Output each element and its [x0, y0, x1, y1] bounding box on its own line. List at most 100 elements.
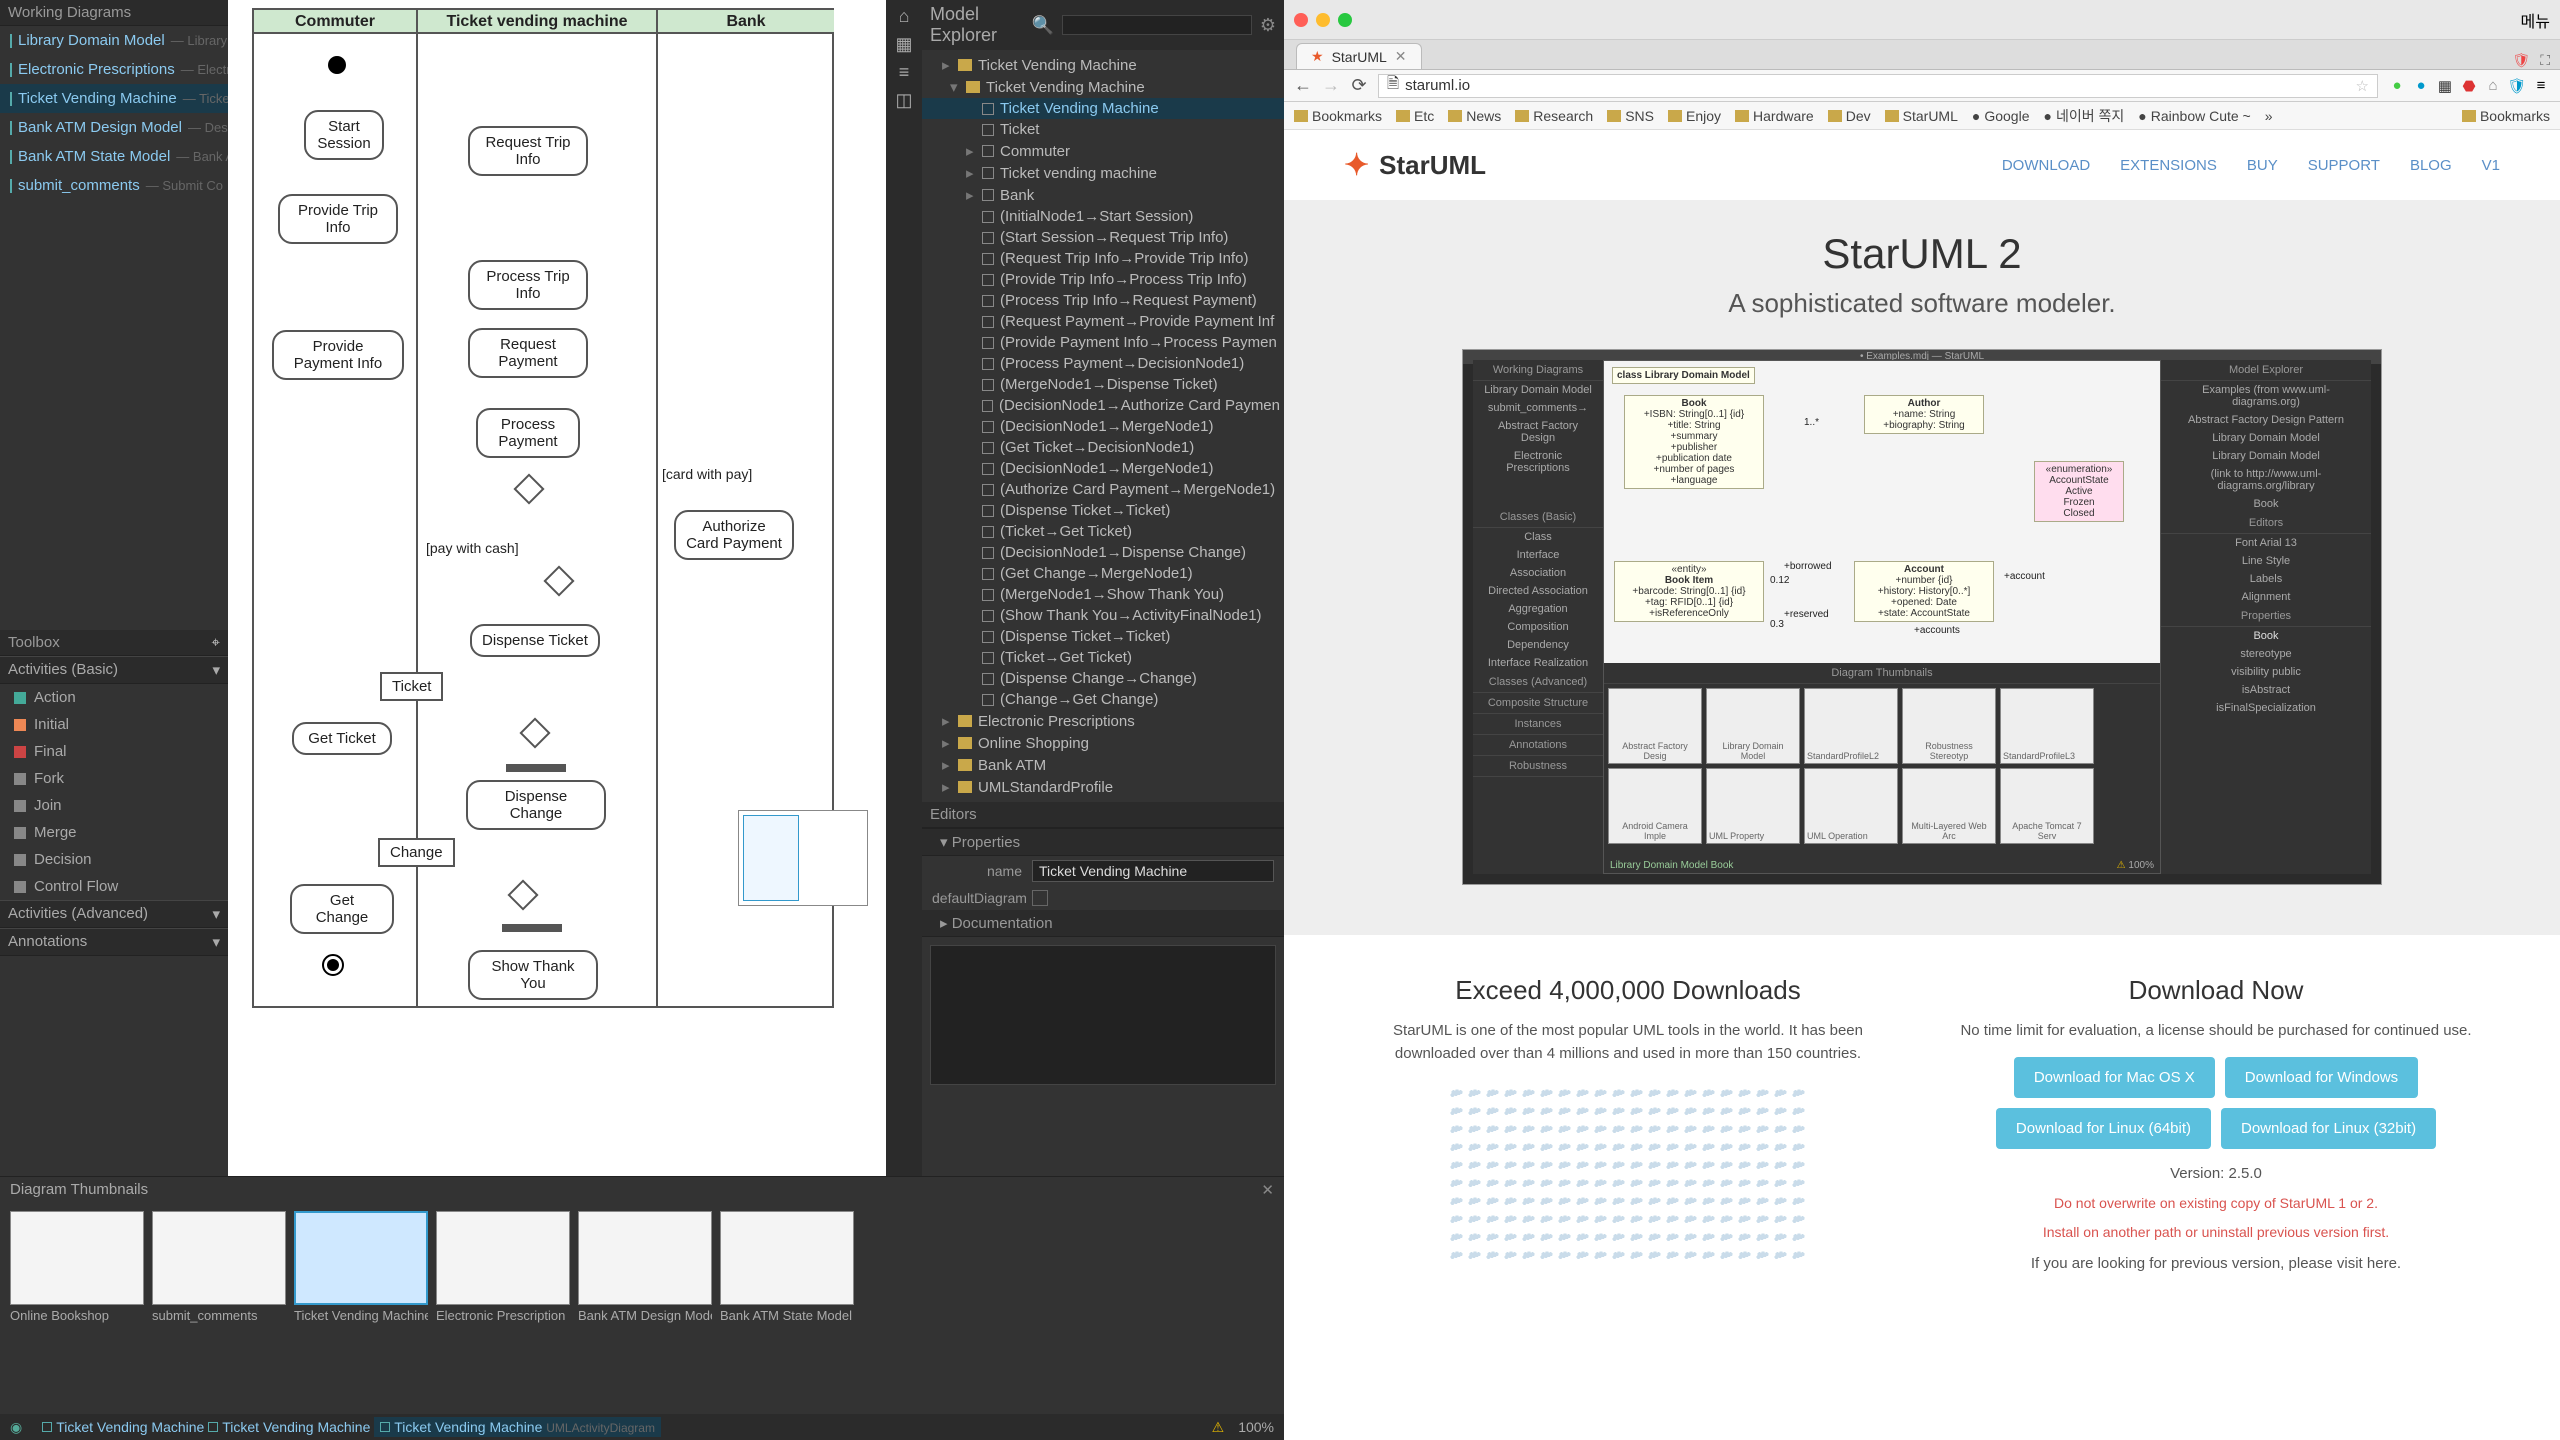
bookmarks-menu[interactable]: Bookmarks: [2462, 108, 2550, 124]
bookmark-item[interactable]: ●Rainbow Cute ~: [2138, 108, 2250, 124]
tree-item[interactable]: Ticket Vending Machine: [922, 98, 1284, 119]
status-tab[interactable]: Ticket Vending Machine: [42, 1419, 204, 1435]
tree-item[interactable]: (Change→Get Change): [922, 689, 1284, 710]
toolbox-item[interactable]: Merge: [0, 819, 228, 846]
prop-name-input[interactable]: [1032, 860, 1274, 882]
thumbnail-item[interactable]: Ticket Vending Machine: [294, 1211, 428, 1323]
bookmark-item[interactable]: Research: [1515, 108, 1593, 124]
tree-item[interactable]: (MergeNode1→Show Thank You): [922, 584, 1284, 605]
bookmark-item[interactable]: ●네이버 쪽지: [2044, 106, 2125, 126]
toolbox-item[interactable]: Decision: [0, 846, 228, 873]
tree-item[interactable]: (InitialNode1→Start Session): [922, 206, 1284, 227]
bookmark-item[interactable]: Hardware: [1735, 108, 1814, 124]
documentation-header[interactable]: ▸ Documentation: [922, 910, 1284, 937]
join-bar[interactable]: [502, 924, 562, 932]
tree-item[interactable]: (Ticket→Get Ticket): [922, 521, 1284, 542]
minimize-window-button[interactable]: [1316, 13, 1330, 27]
node-authorize-card[interactable]: Authorize Card Payment: [674, 510, 794, 560]
tree-item[interactable]: (Get Ticket→DecisionNode1): [922, 437, 1284, 458]
bookmark-item[interactable]: ●Google: [1972, 108, 2030, 124]
tree-item[interactable]: (Ticket→Get Ticket): [922, 647, 1284, 668]
node-start-session[interactable]: Start Session: [304, 110, 384, 160]
node-dispense-ticket[interactable]: Dispense Ticket: [470, 624, 600, 657]
node-process-trip-info[interactable]: Process Trip Info: [468, 260, 588, 310]
toolbox-item[interactable]: Join: [0, 792, 228, 819]
download-button[interactable]: Download for Windows: [2225, 1057, 2418, 1098]
checkbox-icon[interactable]: [1032, 890, 1048, 906]
bookmark-item[interactable]: Etc: [1396, 108, 1434, 124]
final-node[interactable]: [322, 954, 344, 976]
ext-icon-6[interactable]: 🛡: [2508, 77, 2526, 95]
documentation-box[interactable]: [930, 945, 1276, 1085]
reload-button[interactable]: ⟳: [1350, 75, 1368, 96]
star-icon[interactable]: ☆: [2356, 77, 2369, 95]
download-button[interactable]: Download for Linux (64bit): [1996, 1108, 2211, 1149]
bookmark-item[interactable]: StarUML: [1885, 108, 1958, 124]
working-diagram-item[interactable]: Electronic Prescriptions — Electroni: [0, 55, 228, 84]
menu-button[interactable]: 메뉴: [2521, 8, 2550, 32]
toolbox-item[interactable]: Action: [0, 684, 228, 711]
node-get-ticket[interactable]: Get Ticket: [292, 722, 392, 755]
ext-icon-4[interactable]: ⬣: [2460, 77, 2478, 95]
toolbox-item[interactable]: Initial: [0, 711, 228, 738]
tree-item[interactable]: (Start Session→Request Trip Info): [922, 227, 1284, 248]
tree-item[interactable]: (Authorize Card Payment→MergeNode1): [922, 479, 1284, 500]
tree-item[interactable]: ▸Ticket vending machine: [922, 162, 1284, 184]
grid-icon[interactable]: ▦: [894, 34, 914, 54]
model-tree[interactable]: ▸Ticket Vending Machine▾Ticket Vending M…: [922, 50, 1284, 802]
status-tab[interactable]: Ticket Vending Machine UMLActivityDiagra…: [374, 1417, 661, 1437]
toolbox-section-header[interactable]: Annotations▾: [0, 928, 228, 956]
node-get-change[interactable]: Get Change: [290, 884, 394, 934]
warning-icon[interactable]: ⚠: [1212, 1419, 1225, 1436]
nav-link[interactable]: DOWNLOAD: [2002, 157, 2090, 174]
back-button[interactable]: ←: [1294, 75, 1312, 96]
tree-item[interactable]: ▾Ticket Vending Machine: [922, 76, 1284, 98]
ext-icon-2[interactable]: ●: [2412, 77, 2430, 95]
tree-item[interactable]: ▸Bank ATM: [922, 754, 1284, 776]
tree-item[interactable]: (Provide Payment Info→Process Paymen: [922, 332, 1284, 353]
working-diagram-item[interactable]: submit_comments — Submit Co: [0, 171, 228, 200]
obj-ticket[interactable]: Ticket: [380, 672, 443, 701]
tree-item[interactable]: ▸Electronic Prescriptions: [922, 710, 1284, 732]
nav-link[interactable]: SUPPORT: [2308, 157, 2380, 174]
tree-item[interactable]: ▸Online Shopping: [922, 732, 1284, 754]
tree-item[interactable]: ▸Commuter: [922, 140, 1284, 162]
close-icon[interactable]: ✕: [1261, 1181, 1274, 1199]
thumbnail-item[interactable]: Bank ATM Design Mode: [578, 1211, 712, 1323]
bookmark-item[interactable]: News: [1448, 108, 1501, 124]
node-process-payment[interactable]: Process Payment: [476, 408, 580, 458]
thumbnail-item[interactable]: Online Bookshop: [10, 1211, 144, 1323]
tree-item[interactable]: (Dispense Change→Change): [922, 668, 1284, 689]
tree-item[interactable]: ▸Ticket Vending Machine: [922, 54, 1284, 76]
ext-icon-3[interactable]: ▦: [2436, 77, 2454, 95]
download-button[interactable]: Download for Linux (32bit): [2221, 1108, 2436, 1149]
node-show-thanks[interactable]: Show Thank You: [468, 950, 598, 1000]
tree-item[interactable]: (DecisionNode1→Dispense Change): [922, 542, 1284, 563]
gear-icon[interactable]: ⚙: [1260, 15, 1276, 36]
menu-icon[interactable]: ≡: [2532, 77, 2550, 95]
working-diagram-item[interactable]: Library Domain Model — Library D: [0, 26, 228, 55]
working-diagram-item[interactable]: Bank ATM Design Model — Design I: [0, 113, 228, 142]
fork-bar[interactable]: [506, 764, 566, 772]
node-provide-trip-info[interactable]: Provide Trip Info: [278, 194, 398, 244]
model-search-input[interactable]: [1062, 15, 1252, 35]
diagram-canvas[interactable]: Commuter Ticket vending machine Bank Sta…: [228, 0, 886, 1176]
tree-item[interactable]: ▸Bank: [922, 184, 1284, 206]
tab-close-icon[interactable]: ✕: [1395, 48, 1407, 65]
cursor-icon[interactable]: ⌖: [212, 634, 220, 651]
home-icon[interactable]: ⌂: [894, 6, 914, 26]
nav-link[interactable]: V1: [2482, 157, 2500, 174]
bookmark-item[interactable]: Enjoy: [1668, 108, 1721, 124]
url-input[interactable]: 🗎 staruml.io ☆: [1378, 74, 2378, 98]
search-icon[interactable]: 🔍: [1031, 15, 1053, 36]
obj-change[interactable]: Change: [378, 838, 455, 867]
tree-item[interactable]: (Process Payment→DecisionNode1): [922, 353, 1284, 374]
tree-item[interactable]: Ticket: [922, 119, 1284, 140]
toolbox-item[interactable]: Fork: [0, 765, 228, 792]
nav-link[interactable]: BUY: [2247, 157, 2278, 174]
working-diagram-item[interactable]: Ticket Vending Machine — Ticket Ve: [0, 84, 228, 113]
tree-item[interactable]: (Process Trip Info→Request Payment): [922, 290, 1284, 311]
tree-item[interactable]: (Provide Trip Info→Process Trip Info): [922, 269, 1284, 290]
bookmark-item[interactable]: Dev: [1828, 108, 1871, 124]
close-window-button[interactable]: [1294, 13, 1308, 27]
